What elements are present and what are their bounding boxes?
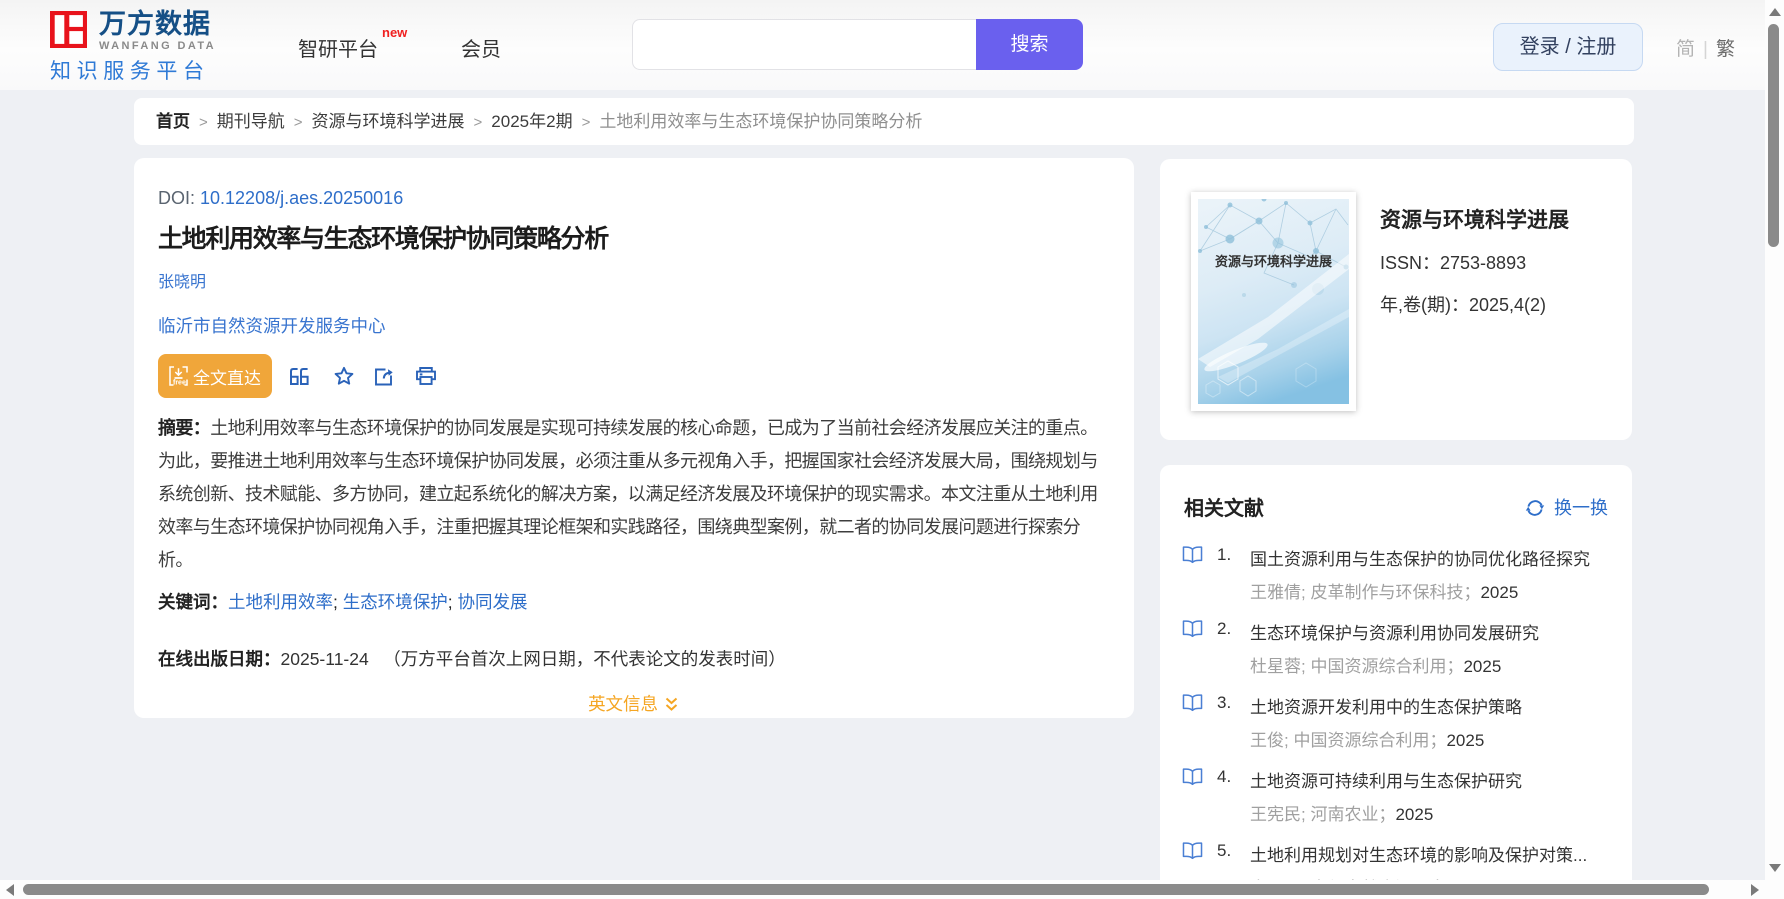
svg-text:free: free: [173, 380, 186, 386]
